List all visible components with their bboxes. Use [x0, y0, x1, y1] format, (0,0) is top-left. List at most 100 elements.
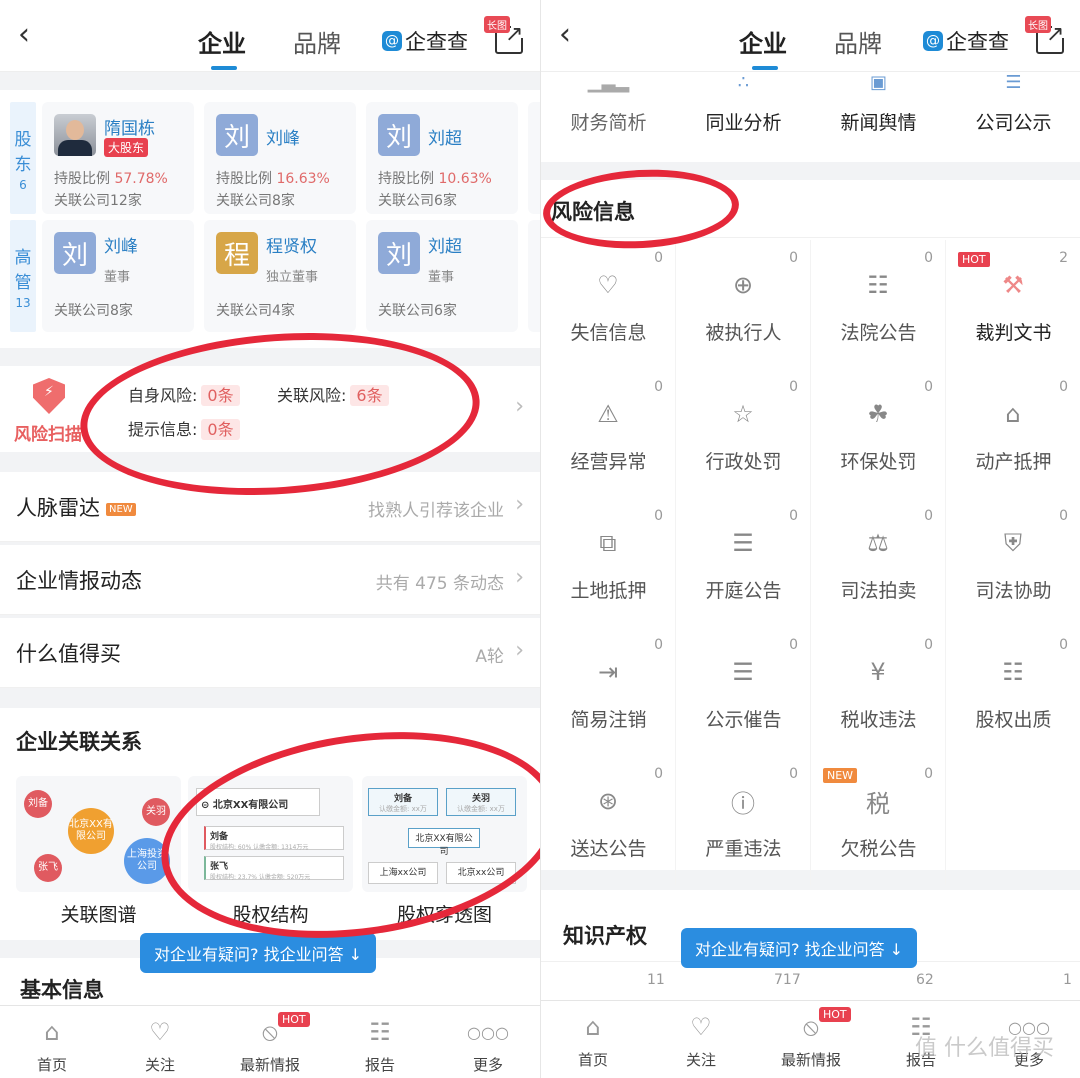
shareholder-card[interactable]: 刘 刘超 持股比例 10.63% 关联公司6家 [366, 102, 518, 214]
executive-name[interactable]: 刘超 [428, 232, 462, 257]
row-title: 人脉雷达 NEW [16, 492, 136, 522]
quick-peer-analysis[interactable]: ∴ 同业分析 [676, 72, 811, 162]
chevron-right-icon: › [515, 638, 524, 663]
shareholders-label[interactable]: 股 东 6 [10, 102, 36, 214]
nav-label: 首页 [577, 1051, 608, 1069]
executive-card[interactable]: 刘 刘峰 董事 关联公司8家 [42, 220, 194, 332]
risk-item[interactable]: 0 ⇥ 简易注销 [541, 627, 676, 756]
executive-card-partial[interactable] [528, 220, 540, 332]
chevron-right-icon: › [515, 492, 524, 517]
shareholder-card[interactable]: 刘 刘峰 持股比例 16.63% 关联公司8家 [204, 102, 356, 214]
relation-graph-thumb[interactable]: 刘备 北京XX有限公司 关羽 张飞 上海投资公司 [16, 776, 181, 892]
risk-item[interactable]: 0 ⊕ 被执行人 [676, 240, 811, 369]
nav-home[interactable]: ⌂ 首页 [12, 1016, 92, 1075]
relation-graph-caption[interactable]: 关联图谱 [16, 900, 181, 927]
risk-grid: 0 ♡ 失信信息 0 ⊕ 被执行人 0 ☷ 法院公告 2 ⚒ 裁判文书 HOT 0 ⚠ 经营异常 0 ☆ 行政处罚 0… [541, 238, 1080, 885]
nav-home[interactable]: ⌂ 首页 [553, 1011, 633, 1070]
tab-brand[interactable]: 品牌 [834, 24, 882, 59]
equity-penetration-thumb[interactable]: 刘备 认缴金额: xx万 关羽 认缴金额: xx万 北京XX有限公司 上海xx公司 … [362, 776, 527, 892]
shareholder-card[interactable]: 隋国栋 大股东 持股比例 57.78% 关联公司12家 [42, 102, 194, 214]
nav-follow[interactable]: ♡ 关注 [661, 1011, 741, 1070]
tab-underline [211, 66, 237, 70]
equity-structure-thumb[interactable]: ⊝ 北京XX有限公司 刘备 股权结构: 60% 认缴金额: 1314万元 张飞 股权… [188, 776, 353, 892]
heart-icon: ♡ [149, 1018, 171, 1046]
quick-announcements[interactable]: ☰ 公司公示 [946, 72, 1080, 162]
chevron-left-icon: ‹ [18, 17, 30, 52]
hint-value: 0条 [201, 419, 240, 440]
ip-count: 717 [774, 972, 801, 988]
risk-item[interactable]: 0 ⌂ 动产抵押 [946, 369, 1080, 498]
section-title: 基本信息 [20, 978, 104, 1002]
avatar: 刘 [216, 114, 258, 156]
risk-item[interactable]: 0 ☘ 环保处罚 [811, 369, 946, 498]
document-icon: ☷ [867, 271, 889, 299]
executive-role: 董事 [428, 270, 455, 285]
quick-news[interactable]: ▣ 新闻舆情 [811, 72, 946, 162]
risk-item[interactable]: 0 ¥ 税收违法 [811, 627, 946, 756]
risk-item[interactable]: 0 ⧉ 土地抵押 [541, 498, 676, 627]
risk-label: 被执行人 [705, 322, 782, 344]
self-risk: 自身风险: 0条 [128, 382, 240, 406]
tab-enterprise[interactable]: 企业 [739, 24, 787, 59]
graph-node: 上海投资公司 [124, 838, 170, 884]
pen-top-node: 刘备 认缴金额: xx万 [368, 788, 438, 816]
ratio-value: 10.63% [438, 171, 492, 187]
risk-item[interactable]: 0 ☰ 公示催告 [676, 627, 811, 756]
risk-scan-panel[interactable]: ⚡ 风险扫描 自身风险: 0条 关联风险: 6条 提示信息: 0条 › [0, 366, 540, 452]
related-companies: 关联公司6家 [378, 193, 457, 209]
risk-count: 0 [789, 379, 798, 395]
row-contacts-radar[interactable]: 人脉雷达 NEW 找熟人引荐该企业 › [0, 472, 540, 542]
shareholder-name[interactable]: 刘峰 [266, 124, 300, 149]
risk-item[interactable]: 0 ♡ 失信信息 [541, 240, 676, 369]
risk-item[interactable]: 0 ☷ 股权出质 [946, 627, 1080, 756]
executive-card[interactable]: 刘 刘超 董事 关联公司6家 [366, 220, 518, 332]
warning-icon: ⚠ [597, 400, 619, 428]
executives-label[interactable]: 高 管 13 [10, 220, 36, 332]
qa-button[interactable]: 对企业有疑问? 找企业问答 ↓ [140, 933, 377, 973]
shareholder-name[interactable]: 刘超 [428, 124, 462, 149]
risk-item[interactable]: 2 ⚒ 裁判文书 HOT [946, 240, 1080, 369]
risk-item[interactable]: 0 ☰ 开庭公告 [676, 498, 811, 627]
risk-count: 0 [924, 508, 933, 524]
back-button[interactable]: ‹ [559, 20, 571, 50]
executive-name[interactable]: 程贤权 [266, 232, 317, 257]
risk-item[interactable]: 0 ☷ 法院公告 [811, 240, 946, 369]
row-value: 找熟人引荐该企业 [368, 501, 504, 521]
risk-item[interactable]: 0 税欠税公告 NEW [811, 756, 946, 885]
brand-name: 企查查 [405, 30, 468, 54]
section-title: 知识产权 [563, 924, 647, 948]
risk-item[interactable]: 0 ⛨ 司法协助 [946, 498, 1080, 627]
back-button[interactable]: ‹ [18, 20, 30, 50]
related-companies: 关联公司8家 [216, 193, 295, 209]
executive-card[interactable]: 程 程贤权 独立董事 关联公司4家 [204, 220, 356, 332]
risk-item[interactable]: 0 ⊛ 送达公告 [541, 756, 676, 885]
executive-name[interactable]: 刘峰 [104, 232, 138, 257]
related-risk-label: 关联风险: [277, 386, 347, 405]
leaf-icon: ☘ [867, 400, 889, 428]
section-title: 企业关联关系 [16, 730, 142, 754]
self-risk-value: 0条 [201, 385, 240, 406]
equity-penetration-caption[interactable]: 股权穿透图 [362, 900, 527, 927]
shareholder-name[interactable]: 隋国栋 [104, 114, 155, 139]
equity-structure-caption[interactable]: 股权结构 [188, 900, 353, 927]
ratio-label: 持股比例 [378, 171, 434, 187]
nav-more[interactable]: ○○○ 更多 [448, 1016, 528, 1075]
shareholder-card-partial[interactable] [528, 102, 540, 214]
row-funding[interactable]: 什么值得买 A轮 › [0, 618, 540, 688]
risk-item[interactable]: 0 ☆ 行政处罚 [676, 369, 811, 498]
row-intel-updates[interactable]: 企业情报动态 共有 475 条动态 › [0, 545, 540, 615]
quick-label: 新闻舆情 [840, 112, 917, 134]
nav-report[interactable]: ☷ 报告 [340, 1016, 420, 1075]
quick-financial[interactable]: ▁▃▂ 财务简析 [541, 72, 676, 162]
tab-enterprise[interactable]: 企业 [198, 24, 246, 59]
risk-item[interactable]: 0 ⓘ 严重违法 [676, 756, 811, 885]
row-value: A轮 [475, 647, 504, 667]
risk-item[interactable]: 0 ⚖ 司法拍卖 [811, 498, 946, 627]
risk-item[interactable]: 0 ⚠ 经营异常 [541, 369, 676, 498]
nav-follow[interactable]: ♡ 关注 [120, 1016, 200, 1075]
tab-brand[interactable]: 品牌 [293, 24, 341, 59]
qa-button[interactable]: 对企业有疑问? 找企业问答 ↓ [681, 928, 918, 968]
logo-icon: @ [923, 31, 943, 51]
avatar: 刘 [378, 114, 420, 156]
risk-count: 0 [789, 250, 798, 266]
